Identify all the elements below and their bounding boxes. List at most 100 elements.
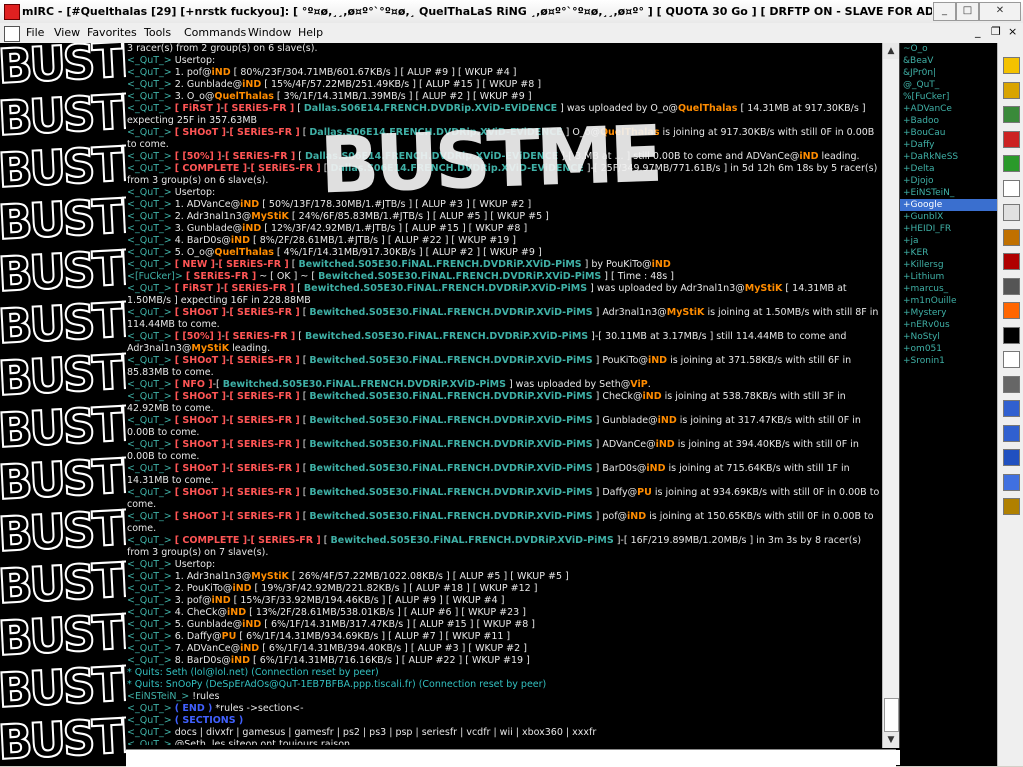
mirc-app-icon[interactable]	[4, 4, 20, 20]
nick-item[interactable]: @_QuT_	[900, 79, 998, 91]
chat-line: <_QuT_> 4. BarD0s@iND [ 8%/2F/28.61MB/1.…	[127, 235, 516, 246]
properties-icon[interactable]	[1003, 498, 1020, 515]
menu-commands[interactable]: Commands	[184, 26, 246, 39]
channel-window-icon[interactable]	[4, 26, 20, 42]
tile-icon[interactable]	[1003, 424, 1020, 442]
nick-item[interactable]: +GunblX	[900, 211, 998, 223]
nick-item[interactable]: +NoStyl	[900, 331, 998, 343]
chat-line: * Quits: Seth (lol@lol.net) (Connection …	[127, 667, 379, 678]
chat-line: <_QuT_> 5. Gunblade@iND [ 6%/1F/14.31MB/…	[127, 619, 535, 630]
chat-line: <_QuT_> [ NFO ]-[ Bewitched.S05E30.FiNAL…	[127, 379, 651, 390]
chat-line: <[FuCker]> [ SERiES-FR ] ~ [ OK ] ~ [ Be…	[127, 271, 674, 282]
help-icon[interactable]	[1003, 326, 1020, 344]
nick-item[interactable]: +Delta	[900, 163, 998, 175]
chat-line: <_QuT_> [ SHOoT ]-[ SERiES-FR ] [ Bewitc…	[127, 355, 855, 378]
notes-icon[interactable]	[1003, 179, 1020, 197]
nick-item[interactable]: +ja	[900, 235, 998, 247]
chat-line: <_QuT_> ( SECTIONS )	[127, 715, 244, 726]
window-icon[interactable]	[1003, 400, 1020, 417]
chat-line: <_QuT_> [ SHOoT ]-[ SERiES-FR ] [ Bewitc…	[127, 463, 853, 486]
nick-item[interactable]: ~O_o	[900, 43, 998, 55]
pencil-icon[interactable]	[1003, 57, 1020, 74]
game-icon[interactable]	[1003, 155, 1020, 172]
list-icon[interactable]	[1003, 253, 1020, 270]
chat-line: <_QuT_> [ SHOoT ]-[ SERiES-FR ] [ Bewitc…	[127, 511, 877, 534]
nick-item[interactable]: +Killersg	[900, 259, 998, 271]
nick-item[interactable]: +Djojo	[900, 175, 998, 187]
menu-window[interactable]: Window	[248, 26, 291, 39]
mdi-minimize-button[interactable]: _	[975, 25, 981, 38]
message-input[interactable]	[126, 750, 900, 765]
chat-line: <_QuT_> ( END ) *rules ->section<-	[127, 703, 304, 714]
chat-line: <_QuT_> docs | divxfr | gamesus | gamesf…	[127, 727, 597, 738]
nick-item[interactable]: +HEIDI_FR	[900, 223, 998, 235]
nick-item[interactable]: +Sronin1	[900, 355, 998, 367]
nick-item[interactable]: +m1nOuille	[900, 295, 998, 307]
logo-word: BUSTME	[0, 703, 126, 763]
nick-item[interactable]: +ADVanCe	[900, 103, 998, 115]
palette-icon[interactable]	[1003, 106, 1020, 123]
chat-line: <_QuT_> 1. Adr3nal1n3@MyStiK [ 26%/4F/57…	[127, 571, 569, 582]
chat-line: <_QuT_> 2. PouKiTo@iND [ 19%/3F/42.92MB/…	[127, 583, 538, 594]
message-scrollbar[interactable]: ▲ ▼	[882, 43, 899, 748]
folder-open-icon[interactable]	[1003, 81, 1020, 99]
nick-item[interactable]: &JPr0n|	[900, 67, 998, 79]
script-icon[interactable]	[1003, 375, 1020, 393]
mdi-restore-button[interactable]: ❐	[991, 25, 1001, 38]
nick-item[interactable]: +marcus_	[900, 283, 998, 295]
maximize-button[interactable]: □	[956, 2, 979, 21]
nick-list[interactable]: ~O_o &BeaV &JPr0n| @_QuT_ %[FuCker] +ADVanCe +…	[899, 43, 998, 748]
menu-favorites[interactable]: Favorites	[87, 26, 137, 39]
nick-item[interactable]: +KER	[900, 247, 998, 259]
minimize-button[interactable]: _	[933, 2, 956, 21]
close-button[interactable]: ✕	[979, 2, 1021, 21]
chat-line: <_QuT_> Usertop:	[127, 55, 216, 66]
chat-line: <_QuT_> [ SHOoT ]-[ SERiES-FR ] [ Bewitc…	[127, 439, 862, 462]
title-bar: mIRC - [#Quelthalas [29] [+nrstk fuckyou…	[0, 0, 1023, 24]
nick-item[interactable]: +Google	[900, 199, 998, 211]
bustme-watermark: BUSTME	[318, 109, 661, 212]
scrollbar-thumb[interactable]	[884, 698, 899, 732]
menu-bar: File View Favorites Tools Commands Windo…	[0, 23, 1023, 44]
chat-line: <_QuT_> [ SHOoT ]-[ SERiES-FR ] [ Bewitc…	[127, 307, 882, 330]
nick-item[interactable]: &BeaV	[900, 55, 998, 67]
chat-line: <_QuT_> [ COMPLETE ]-[ SERiES-FR ] [ Bew…	[127, 535, 865, 558]
nick-item[interactable]: +EiNSTeiN_	[900, 187, 998, 199]
chat-line: <_QuT_> 6. Daffy@PU [ 6%/1F/14.31MB/934.…	[127, 631, 511, 642]
chat-line: <_QuT_> 8. BarD0s@iND [ 6%/1F/14.31MB/71…	[127, 655, 530, 666]
nick-item[interactable]: +Daffy	[900, 139, 998, 151]
nick-item[interactable]: +Mystery	[900, 307, 998, 319]
cascade-icon[interactable]	[1003, 449, 1020, 466]
nick-item[interactable]: +DaRkNeSS	[900, 151, 998, 163]
menu-file[interactable]: File	[26, 26, 44, 39]
arrange-icon[interactable]	[1003, 473, 1020, 491]
window-title: mIRC - [#Quelthalas [29] [+nrstk fuckyou…	[22, 5, 932, 18]
fonts-icon[interactable]	[1003, 302, 1020, 319]
nick-item[interactable]: +nERv0us	[900, 319, 998, 331]
logs-icon[interactable]	[1003, 351, 1020, 368]
chat-line: <_QuT_> 7. ADVanCe@iND [ 6%/1F/14.31MB/3…	[127, 643, 527, 654]
colors-icon[interactable]	[1003, 277, 1020, 295]
input-bar	[126, 749, 900, 767]
nick-item[interactable]: +BouCau	[900, 127, 998, 139]
chat-icon[interactable]	[1003, 204, 1020, 221]
nick-item[interactable]: +Lithium	[900, 271, 998, 283]
menu-view[interactable]: View	[54, 26, 80, 39]
side-toolbar	[997, 43, 1023, 766]
nick-item[interactable]: +Badoo	[900, 115, 998, 127]
clock-icon[interactable]	[1003, 228, 1020, 246]
chat-line: <_QuT_> 4. CheCk@iND [ 13%/2F/28.61MB/53…	[127, 607, 526, 618]
chat-line: <_QuT_> [ [50%] ]-[ SERiES-FR ] [ Bewitc…	[127, 331, 850, 354]
address-book-icon[interactable]	[1003, 130, 1020, 148]
chat-line: <_QuT_> 2. Gunblade@iND [ 15%/4F/57.22MB…	[127, 79, 542, 90]
nick-item[interactable]: +om051	[900, 343, 998, 355]
menu-tools[interactable]: Tools	[144, 26, 171, 39]
scroll-up-arrow-icon[interactable]: ▲	[883, 43, 899, 59]
menu-help[interactable]: Help	[298, 26, 323, 39]
mdi-close-button[interactable]: ×	[1008, 25, 1017, 38]
chat-line: 3 racer(s) from 2 group(s) on 6 slave(s)…	[127, 43, 318, 54]
chat-line: <_QuT_> 3. Gunblade@iND [ 12%/3F/42.92MB…	[127, 223, 528, 234]
chat-line: <_QuT_> [ SHOoT ]-[ SERiES-FR ] [ Bewitc…	[127, 487, 882, 510]
scroll-down-arrow-icon[interactable]: ▼	[883, 732, 899, 748]
nick-item[interactable]: %[FuCker]	[900, 91, 998, 103]
